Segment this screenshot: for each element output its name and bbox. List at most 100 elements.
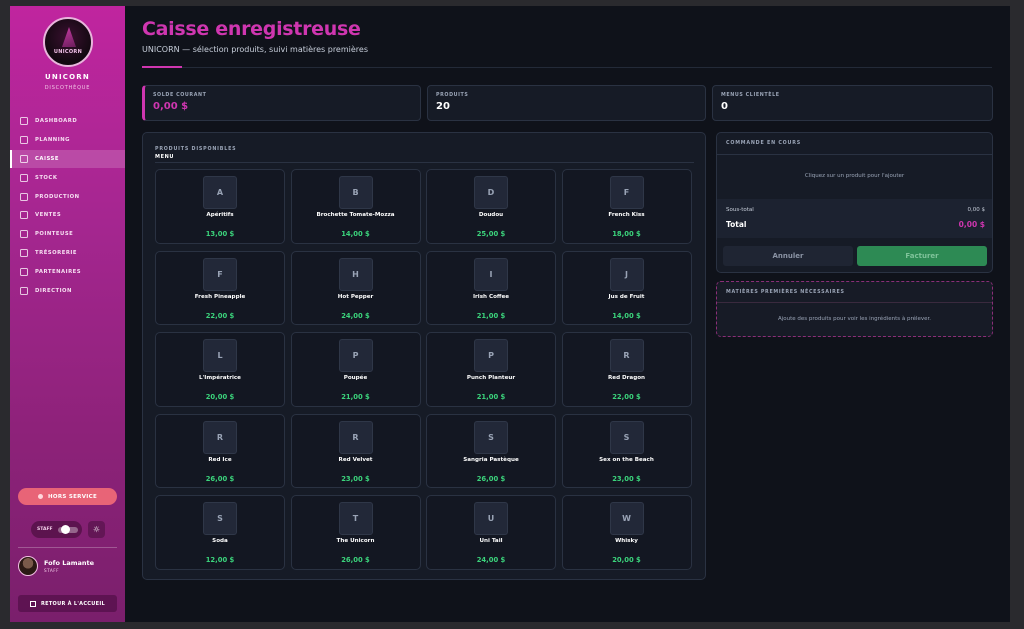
sidebar-item-label: CAISSE	[35, 155, 59, 162]
product-initial: S	[609, 420, 644, 454]
sidebar-item-dashboard[interactable]: DASHBOARD	[10, 112, 125, 131]
product-name: Red Velvet	[338, 456, 373, 463]
product-initial: J	[609, 257, 644, 291]
product-price: 23,00 $	[612, 474, 641, 483]
briefcase-icon	[20, 286, 28, 295]
product-initial: W	[609, 502, 644, 535]
product-card[interactable]: R Red Dragon 22,00 $	[561, 332, 692, 407]
product-card[interactable]: F Fresh Pineapple 22,00 $	[155, 250, 285, 325]
product-card[interactable]: R Red Velvet 23,00 $	[290, 413, 421, 488]
cart-icon	[20, 154, 28, 163]
order-panel: COMMANDE EN COURS Cliquez sur un produit…	[716, 132, 993, 273]
product-initial: D	[474, 176, 508, 209]
product-initial: P	[338, 339, 373, 372]
product-price: 14,00 $	[612, 311, 641, 320]
sidebar-item-label: PLANNING	[35, 137, 70, 144]
brand-name: UNICORN	[45, 73, 90, 81]
stat-menus: MENUS CLIENTÈLE 0	[712, 85, 993, 121]
user-role: STAFF	[44, 568, 60, 573]
product-card[interactable]: P Punch Planteur 21,00 $	[426, 332, 556, 407]
cancel-button[interactable]: Annuler	[723, 246, 853, 266]
product-initial: L	[203, 339, 237, 372]
product-name: The Unicorn	[336, 538, 375, 544]
ingredients-divider	[717, 302, 992, 303]
product-price: 21,00 $	[476, 311, 506, 320]
product-card[interactable]: D Doudou 25,00 $	[426, 169, 556, 244]
unicorn-horn-icon	[62, 27, 76, 47]
product-name: Fresh Pineapple	[194, 293, 246, 300]
sidebar-item-tresorerie[interactable]: TRÉSORERIE	[10, 244, 125, 263]
product-price: 25,00 $	[476, 230, 506, 238]
product-name: Brochette Tomate-Mozza	[316, 212, 395, 218]
product-card[interactable]: B Brochette Tomate-Mozza 14,00 $	[290, 169, 421, 244]
order-totals: Sous-total 0,00 $ Total 0,00 $	[717, 199, 992, 238]
stat-value: 0,00 $	[153, 101, 189, 112]
total-label: Total	[726, 220, 747, 229]
stat-value: 20	[436, 101, 450, 112]
page-title: Caisse enregistreuse	[142, 18, 361, 40]
sidebar-item-label: PRODUCTION	[35, 193, 80, 200]
page-subtitle: UNICORN — sélection produits, suivi mati…	[142, 45, 368, 54]
sidebar-item-stock[interactable]: STOCK	[10, 168, 125, 187]
calendar-icon	[20, 136, 28, 145]
product-name: Irish Coffee	[472, 293, 510, 300]
product-name: Uni Tail	[479, 538, 503, 544]
product-initial: R	[203, 420, 237, 454]
product-name: Jus de Fruit	[608, 293, 645, 300]
product-card[interactable]: P Poupée 21,00 $	[290, 332, 421, 407]
product-price: 20,00 $	[612, 556, 641, 564]
title-accent	[142, 66, 182, 68]
sidebar-item-pointeuse[interactable]: POINTEUSE	[10, 225, 125, 244]
sidebar-item-direction[interactable]: DIRECTION	[10, 281, 125, 300]
product-card[interactable]: R Red Ice 26,00 $	[155, 413, 285, 488]
theme-toggle-button[interactable]: ☼	[88, 521, 105, 538]
sidebar-item-planning[interactable]: PLANNING	[10, 131, 125, 150]
product-card[interactable]: L L'Impératrice 20,00 $	[155, 332, 285, 407]
title-divider	[142, 67, 992, 68]
stat-label: MENUS CLIENTÈLE	[721, 93, 780, 98]
product-card[interactable]: S Sex on the Beach 23,00 $	[561, 413, 692, 488]
staff-toggle-label: STAFF	[37, 527, 53, 532]
sidebar-item-caisse[interactable]: CAISSE	[10, 149, 125, 169]
product-card[interactable]: H Hot Pepper 24,00 $	[290, 250, 421, 325]
product-price: 18,00 $	[612, 230, 641, 238]
product-price: 12,00 $	[205, 556, 235, 564]
product-card[interactable]: J Jus de Fruit 14,00 $	[561, 250, 692, 325]
products-subheader: MENU	[155, 154, 175, 160]
product-name: Sex on the Beach	[599, 456, 654, 463]
product-card[interactable]: W Whisky 20,00 $	[561, 495, 692, 570]
invoice-button[interactable]: Facturer	[857, 246, 987, 266]
product-initial: F	[203, 257, 237, 291]
sidebar-item-label: STOCK	[35, 174, 58, 181]
flask-icon	[20, 192, 28, 201]
user-card: Fofo Lamante STAFF	[18, 556, 94, 576]
status-button[interactable]: HORS SERVICE	[18, 488, 117, 505]
product-price: 26,00 $	[205, 474, 235, 483]
product-name: Whisky	[615, 538, 638, 544]
product-grid: A Apéritifs 13,00 $ B Brochette Tomate-Mozza…	[155, 169, 695, 570]
users-icon	[20, 267, 28, 276]
product-name: Doudou	[478, 212, 504, 218]
ingredients-panel: MATIÈRES PREMIÈRES NÉCESSAIRES Ajoute de…	[716, 281, 993, 337]
product-card[interactable]: F French Kiss 18,00 $	[561, 169, 692, 244]
product-initial: U	[474, 502, 508, 535]
avatar	[18, 556, 38, 576]
products-panel: PRODUITS DISPONIBLES MENU A Apéritifs 13,0…	[142, 132, 706, 580]
app-window: UNICORN UNICORN DISCOTHÈQUE DASHBOARD PLA…	[10, 6, 1010, 622]
product-card[interactable]: S Sangria Pastèque 26,00 $	[426, 413, 556, 488]
product-initial: S	[203, 502, 237, 535]
product-card[interactable]: U Uni Tail 24,00 $	[426, 495, 556, 570]
product-price: 22,00 $	[612, 393, 641, 401]
product-card[interactable]: T The Unicorn 26,00 $	[290, 495, 421, 570]
product-price: 23,00 $	[341, 474, 370, 483]
back-home-button[interactable]: RETOUR À L'ACCUEIL	[18, 595, 117, 612]
product-card[interactable]: S Soda 12,00 $	[155, 495, 285, 570]
staff-toggle[interactable]: STAFF	[31, 521, 82, 538]
product-card[interactable]: I Irish Coffee 21,00 $	[426, 250, 556, 325]
sidebar-item-partenaires[interactable]: PARTENAIRES	[10, 262, 125, 281]
sun-icon: ☼	[92, 525, 101, 534]
sidebar-item-ventes[interactable]: VENTES	[10, 206, 125, 225]
stat-label: SOLDE COURANT	[153, 93, 207, 98]
product-card[interactable]: A Apéritifs 13,00 $	[155, 169, 285, 244]
sidebar-item-production[interactable]: PRODUCTION	[10, 187, 125, 206]
